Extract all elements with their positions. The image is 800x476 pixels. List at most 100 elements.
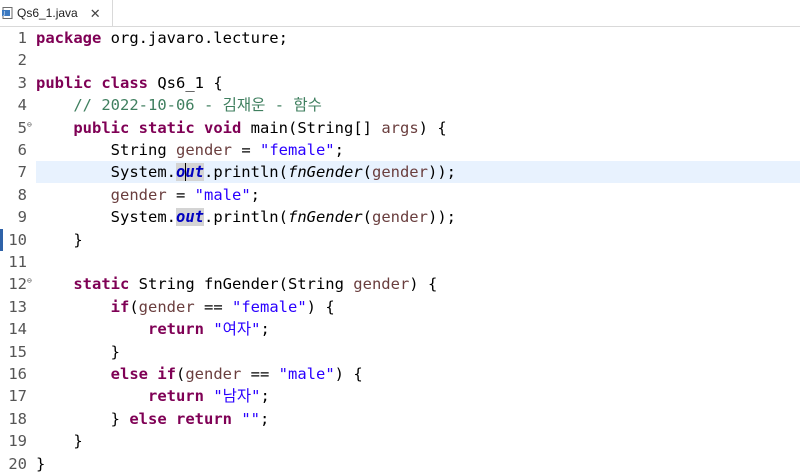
code-token: ( [362, 163, 372, 182]
code-token: org.javaro.lecture; [101, 29, 288, 47]
code-line[interactable]: String gender = "female"; [36, 139, 344, 161]
code-token: gender [138, 297, 195, 316]
code-token: gender [185, 365, 242, 383]
code-token: } [36, 432, 83, 451]
code-token: return [147, 320, 204, 339]
code-token: } [36, 342, 120, 361]
code-token: gender [353, 275, 410, 294]
code-token: ; [250, 185, 260, 204]
code-token: "남자" [213, 387, 261, 406]
code-token: ) { [306, 297, 335, 316]
code-token: "" [241, 409, 261, 428]
tab-filename: Qs6_1.java [17, 6, 78, 20]
code-token: gender [371, 208, 428, 227]
line-number: 10 [8, 230, 27, 249]
code-token: )); [427, 163, 456, 182]
code-token: } [36, 409, 130, 428]
text-caret [185, 163, 187, 182]
java-file-icon: J [2, 7, 14, 19]
code-token: System. [36, 208, 176, 227]
code-token: } [36, 454, 46, 473]
code-token: .println( [203, 208, 288, 227]
line-number: 17 [8, 387, 27, 406]
code-token: return [176, 409, 232, 428]
code-editor[interactable]: 1 2 3 4 5 ⊖ 6 7 8 9 10 11 12 ⊖ 13 14 15 16 17 18 19 20 packag… [0, 27, 800, 476]
line-number: 18 [8, 409, 27, 428]
fold-collapse-icon[interactable]: ⊖ [27, 277, 32, 285]
code-token: else [110, 365, 148, 383]
code-token: = [166, 185, 195, 204]
code-token: "여자" [213, 320, 261, 339]
code-token: void [204, 118, 242, 137]
code-token: ) { [418, 118, 447, 137]
line-number: 5 [17, 118, 27, 137]
code-token: ; [260, 320, 270, 339]
code-token: main(String[] [241, 118, 382, 137]
code-token: else [129, 409, 167, 428]
code-token: .println( [203, 163, 288, 182]
code-token: Qs6_1 { [148, 73, 223, 92]
svg-text:J: J [3, 11, 5, 17]
code-line[interactable]: return "남자"; [36, 385, 270, 407]
line-number: 9 [17, 208, 27, 227]
code-token: if [110, 297, 130, 316]
code-token: = [231, 141, 260, 159]
code-line[interactable]: System.out.println(fnGender(gender)); [36, 206, 456, 228]
code-line[interactable]: } else return ""; [36, 408, 270, 430]
code-token: String fnGender(String [129, 275, 354, 294]
line-number: 4 [17, 96, 27, 115]
code-token: static [73, 275, 130, 294]
line-number: 2 [17, 51, 27, 70]
code-token: fnGender [287, 208, 363, 227]
fold-collapse-icon[interactable]: ⊖ [27, 120, 32, 129]
code-token: ; [334, 141, 344, 159]
editor-tab-bar: J Qs6_1.java ✕ [0, 0, 800, 27]
close-icon[interactable]: ✕ [90, 7, 101, 20]
code-token: System. [36, 163, 176, 182]
line-number: 6 [17, 141, 27, 159]
code-line[interactable]: } [36, 430, 83, 452]
code-line[interactable]: else if(gender == "male") { [36, 363, 363, 385]
code-token: gender [175, 141, 232, 159]
code-token: ) { [334, 365, 363, 383]
code-line[interactable]: static String fnGender(String gender) { [36, 273, 437, 295]
code-token: } [36, 230, 83, 249]
code-token: == [194, 297, 232, 316]
code-token: class [101, 73, 149, 92]
code-line[interactable]: } [36, 341, 120, 363]
code-token: out [175, 208, 204, 227]
code-line[interactable]: System.out.println(fnGender(gender)); [36, 161, 456, 183]
code-line[interactable]: } [36, 229, 83, 251]
code-line[interactable]: gender = "male"; [36, 184, 260, 206]
code-line[interactable]: public class Qs6_1 { [36, 72, 223, 94]
code-line[interactable]: // 2022-10-06 - 김재운 - 함수 [36, 94, 322, 116]
line-number: 11 [8, 253, 27, 271]
code-token: // 2022-10-06 - 김재운 - 함수 [73, 96, 322, 115]
code-token: ( [176, 365, 186, 383]
line-number: 8 [17, 185, 27, 204]
tab-qs6-1-java[interactable]: J Qs6_1.java ✕ [0, 0, 113, 26]
code-token: package [36, 29, 102, 47]
code-line[interactable]: if(gender == "female") { [36, 296, 335, 318]
line-number: 12 [8, 275, 27, 294]
code-token: ( [362, 208, 372, 227]
line-number: 16 [8, 365, 27, 383]
code-line[interactable]: } [36, 453, 45, 475]
line-number: 19 [8, 432, 27, 451]
code-line[interactable]: public static void main(String[] args) { [36, 117, 447, 139]
code-line[interactable]: package org.javaro.lecture; [36, 27, 288, 49]
code-line[interactable]: return "여자"; [36, 318, 270, 340]
code-token: public [73, 118, 130, 137]
